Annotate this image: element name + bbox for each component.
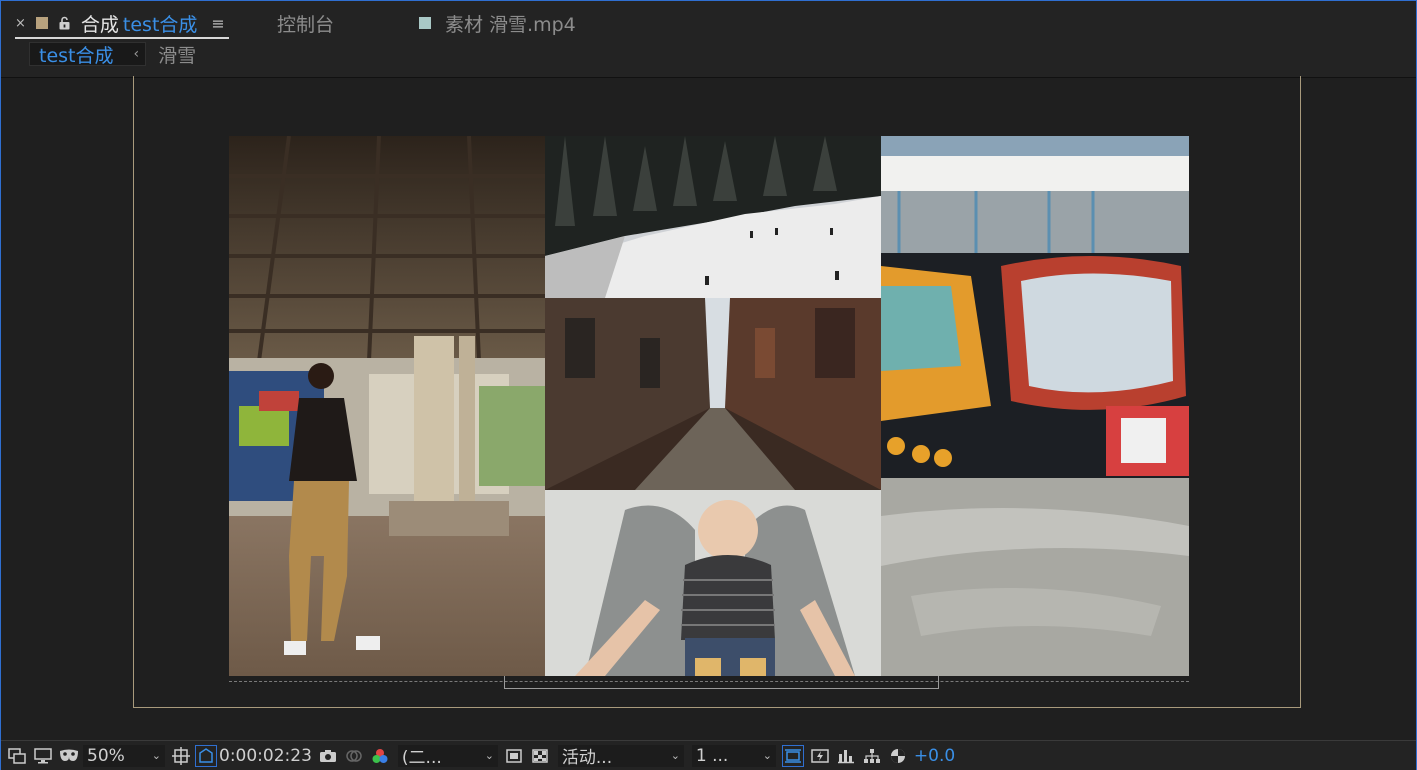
close-icon[interactable]: × [15, 16, 26, 31]
current-time[interactable]: 0:00:02:23 [219, 746, 312, 766]
tab-console[interactable]: 控制台 [277, 9, 334, 37]
video-tile-alley[interactable] [545, 298, 881, 490]
mask-view-icon[interactable] [59, 746, 79, 766]
camera-view-dropdown[interactable]: 活动... ⌄ [557, 744, 684, 768]
region-of-interest-icon[interactable] [504, 746, 524, 766]
tab-footage[interactable]: 素材 滑雪.mp4 [419, 9, 576, 37]
label-color-swatch[interactable] [35, 17, 48, 29]
exposure-value[interactable]: +0.0 [914, 746, 955, 766]
ski-image [545, 136, 881, 298]
resolution-value: (二... [401, 748, 442, 768]
reset-exposure-icon[interactable] [888, 746, 908, 766]
snapshot-camera-icon[interactable] [318, 746, 338, 766]
fast-previews-icon[interactable] [810, 746, 830, 766]
alley-image [545, 298, 881, 490]
video-tile-baby[interactable] [545, 490, 881, 676]
resolution-dropdown[interactable]: (二... ⌄ [397, 744, 498, 768]
chevron-left-icon: ‹ [133, 46, 140, 62]
video-tile-graffiti[interactable] [881, 136, 1189, 676]
view-layout-value: 1 ... [695, 745, 729, 766]
show-snapshot-icon[interactable] [344, 746, 364, 766]
lock-icon[interactable] [58, 16, 71, 30]
grid-guides-icon[interactable] [171, 746, 191, 766]
chevron-down-icon: ⌄ [151, 749, 161, 762]
transparency-grid-icon[interactable] [530, 746, 550, 766]
tab-comp-name: test合成 [122, 13, 198, 36]
flowchart-icon[interactable] [862, 746, 882, 766]
always-preview-icon[interactable] [7, 746, 27, 766]
tab-composition[interactable]: × 合成 test合成 ≡ [15, 9, 229, 39]
composition-frame[interactable] [229, 136, 1189, 676]
view-layout-dropdown[interactable]: 1 ... ⌄ [691, 744, 776, 767]
tab-console-label: 控制台 [277, 13, 335, 36]
panel-tab-bar: × 合成 test合成 ≡ 控制台 素材 滑雪.mp4 test合成 ‹ 滑雪 [1, 1, 1416, 78]
breadcrumb-next[interactable]: 滑雪 [158, 41, 196, 68]
chevron-down-icon: ⌄ [762, 749, 772, 762]
breadcrumb: test合成 ‹ 滑雪 [29, 41, 196, 67]
breadcrumb-current-label: test合成 [39, 44, 114, 67]
graffiti-image [881, 136, 1189, 676]
zoom-value: 50% [87, 745, 125, 766]
monitor-icon[interactable] [33, 746, 53, 766]
zoom-dropdown[interactable]: 50% ⌄ [83, 744, 165, 767]
baby-image [545, 490, 881, 676]
camera-view-value: 活动... [561, 748, 613, 768]
chevron-down-icon: ⌄ [670, 749, 680, 762]
action-safe-guide [504, 676, 939, 689]
menu-icon[interactable]: ≡ [211, 14, 224, 33]
video-tile-dancer[interactable] [229, 136, 545, 676]
timeline-icon[interactable] [836, 746, 856, 766]
chevron-down-icon: ⌄ [484, 749, 494, 762]
color-channels-icon[interactable] [370, 746, 390, 766]
tab-footage-label: 素材 滑雪.mp4 [445, 13, 576, 36]
dancer-image [229, 136, 545, 676]
mask-path-visibility-icon[interactable] [195, 744, 217, 767]
video-tile-ski[interactable] [545, 136, 881, 298]
composition-viewer[interactable] [1, 76, 1416, 740]
footage-color-swatch[interactable] [419, 17, 431, 29]
toggle-pixel-aspect-icon[interactable] [781, 744, 804, 767]
viewer-toolbar: 50% ⌄ 0:00:02:23 (二... ⌄ 活动... ⌄ 1 ... ⌄ [1, 740, 1416, 770]
breadcrumb-current[interactable]: test合成 ‹ [29, 42, 147, 67]
tab-type-label: 合成 [80, 13, 119, 36]
